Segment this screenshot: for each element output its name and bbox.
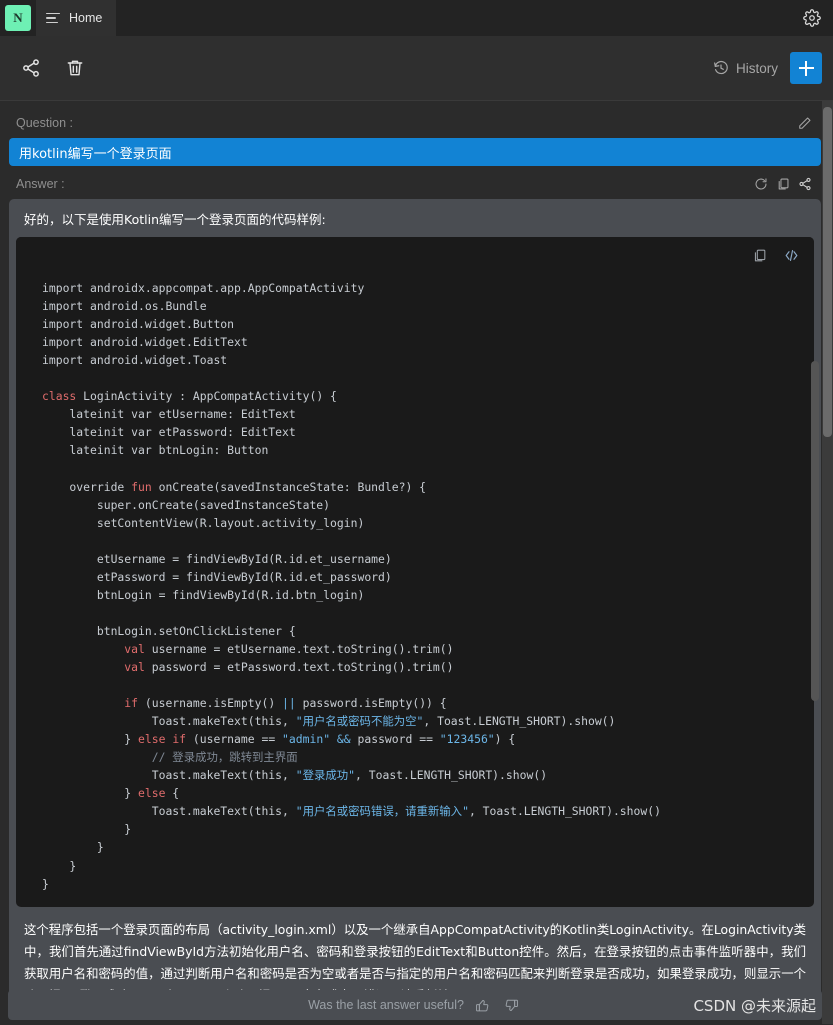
question-label: Question : — [16, 116, 73, 130]
answer-intro-text: 好的，以下是使用Kotlin编写一个登录页面的代码样例: — [24, 212, 326, 227]
thumbs-down-button[interactable] — [502, 995, 522, 1015]
page-scrollbar-thumb[interactable] — [823, 107, 832, 437]
answer-label: Answer : — [16, 177, 65, 191]
clock-rewind-icon — [714, 60, 728, 75]
gear-icon — [803, 9, 821, 27]
code-brackets-icon — [785, 249, 798, 261]
trash-icon — [67, 60, 83, 76]
copy-answer-button[interactable] — [772, 174, 794, 194]
thumbs-up-icon — [476, 999, 489, 1011]
thumbs-down-icon — [506, 999, 519, 1011]
view-source-button[interactable] — [783, 248, 800, 263]
regenerate-answer-button[interactable] — [750, 174, 772, 194]
history-button[interactable]: History — [713, 60, 778, 76]
plus-icon — [798, 60, 814, 76]
copy-icon — [778, 178, 789, 190]
titlebar-spacer — [116, 0, 791, 36]
hamburger-icon — [46, 12, 60, 24]
code-content[interactable]: import androidx.appcompat.app.AppCompatA… — [16, 273, 814, 907]
pencil-icon — [799, 117, 811, 129]
content-area: Question : 用kotlin编写一个登录页面 Answer : 好的，以… — [0, 101, 833, 1024]
copy-icon — [754, 249, 766, 261]
code-block: import androidx.appcompat.app.AppCompatA… — [16, 237, 819, 907]
answer-explanation: 这个程序包括一个登录页面的布局（activity_login.xml）以及一个继… — [24, 921, 806, 1001]
app-logo: N — [0, 0, 36, 36]
page-scrollbar-track[interactable] — [822, 101, 833, 1024]
thumbs-up-button[interactable] — [473, 995, 493, 1015]
refresh-icon — [755, 178, 767, 190]
question-text: 用kotlin编写一个登录页面 — [19, 146, 172, 162]
tab-home[interactable]: Home — [36, 0, 117, 36]
settings-button[interactable] — [791, 0, 833, 36]
answer-label-row: Answer : — [8, 170, 822, 199]
feedback-bar: Was the last answer useful? CSDN @未来源起 — [8, 990, 822, 1020]
question-label-row: Question : — [8, 109, 822, 138]
new-chat-button[interactable] — [790, 52, 822, 84]
history-label: History — [735, 60, 778, 76]
share-icon — [23, 59, 39, 77]
share-answer-button[interactable] — [794, 174, 816, 194]
title-bar: N Home — [0, 0, 833, 36]
app-logo-letter: N — [5, 5, 31, 31]
copy-code-button[interactable] — [752, 248, 767, 263]
share-button[interactable] — [14, 51, 48, 85]
question-text-field[interactable]: 用kotlin编写一个登录页面 — [9, 138, 821, 166]
answer-body: 好的，以下是使用Kotlin编写一个登录页面的代码样例: import andr… — [9, 199, 821, 1001]
edit-question-button[interactable] — [794, 113, 816, 133]
action-toolbar: History — [0, 36, 833, 101]
csdn-watermark: CSDN @未来源起 — [693, 996, 816, 1015]
share-icon — [799, 177, 811, 191]
delete-button[interactable] — [58, 51, 92, 85]
code-block-toolbar — [16, 237, 814, 273]
tab-home-label: Home — [69, 11, 103, 25]
code-scrollbar[interactable] — [811, 361, 819, 701]
feedback-prompt: Was the last answer useful? — [308, 998, 464, 1012]
